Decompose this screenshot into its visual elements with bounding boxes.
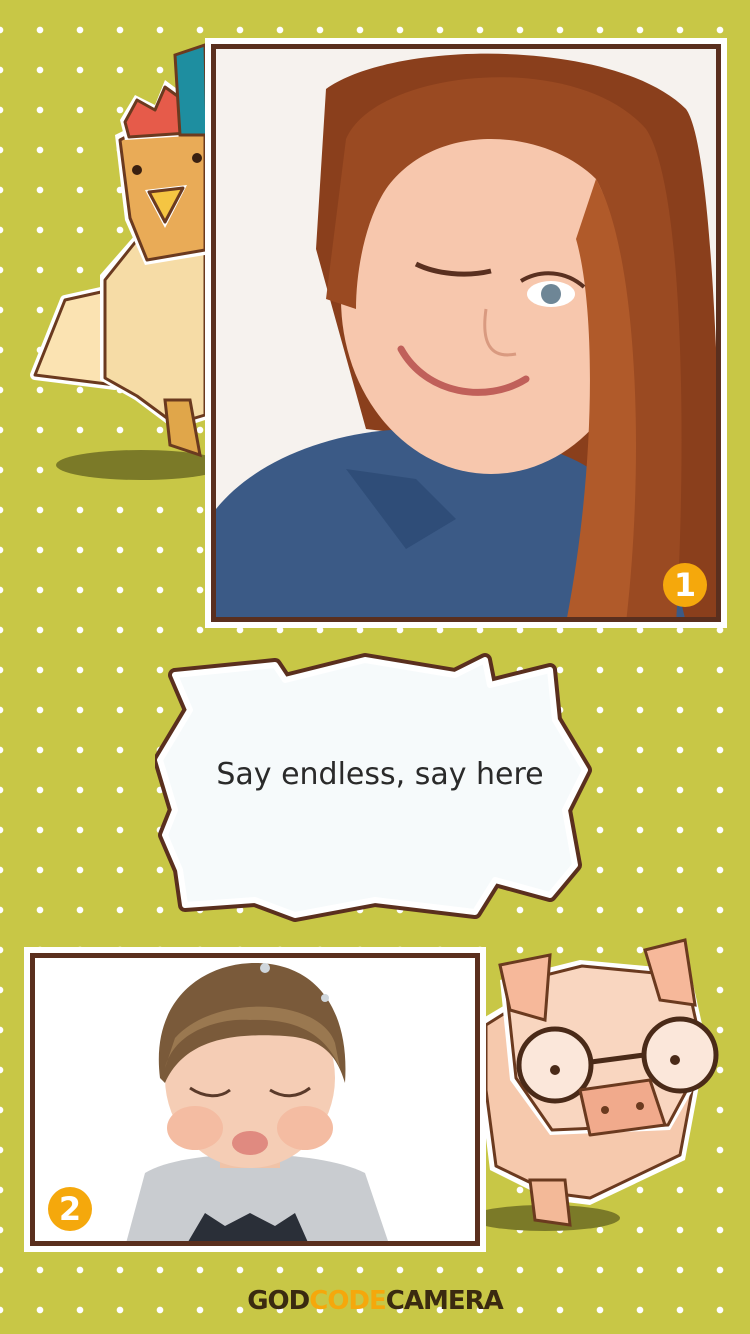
boy-portrait-photo <box>35 958 475 1241</box>
photo-frame-2[interactable]: 2 <box>24 947 486 1252</box>
badge-1: 1 <box>663 563 707 607</box>
brand-part-2: CODE <box>309 1286 387 1316</box>
brand-part-3: CAMERA <box>385 1286 504 1316</box>
photo-frame-1[interactable]: 1 <box>205 38 727 628</box>
badge-2: 2 <box>48 1187 92 1231</box>
chicken-illustration-icon <box>30 42 209 458</box>
brand-logo: GODCODECAMERA <box>0 1286 750 1316</box>
caption-text[interactable]: Say endless, say here <box>200 757 560 792</box>
girl-portrait-photo <box>216 49 716 617</box>
background-canvas: 1 Say endless, say here 2 GODCODECAMERA <box>0 0 750 1334</box>
brand-part-1: GOD <box>247 1286 310 1316</box>
photo-1 <box>211 44 721 622</box>
photo-2 <box>30 953 480 1246</box>
pig-illustration-icon <box>480 938 719 1227</box>
